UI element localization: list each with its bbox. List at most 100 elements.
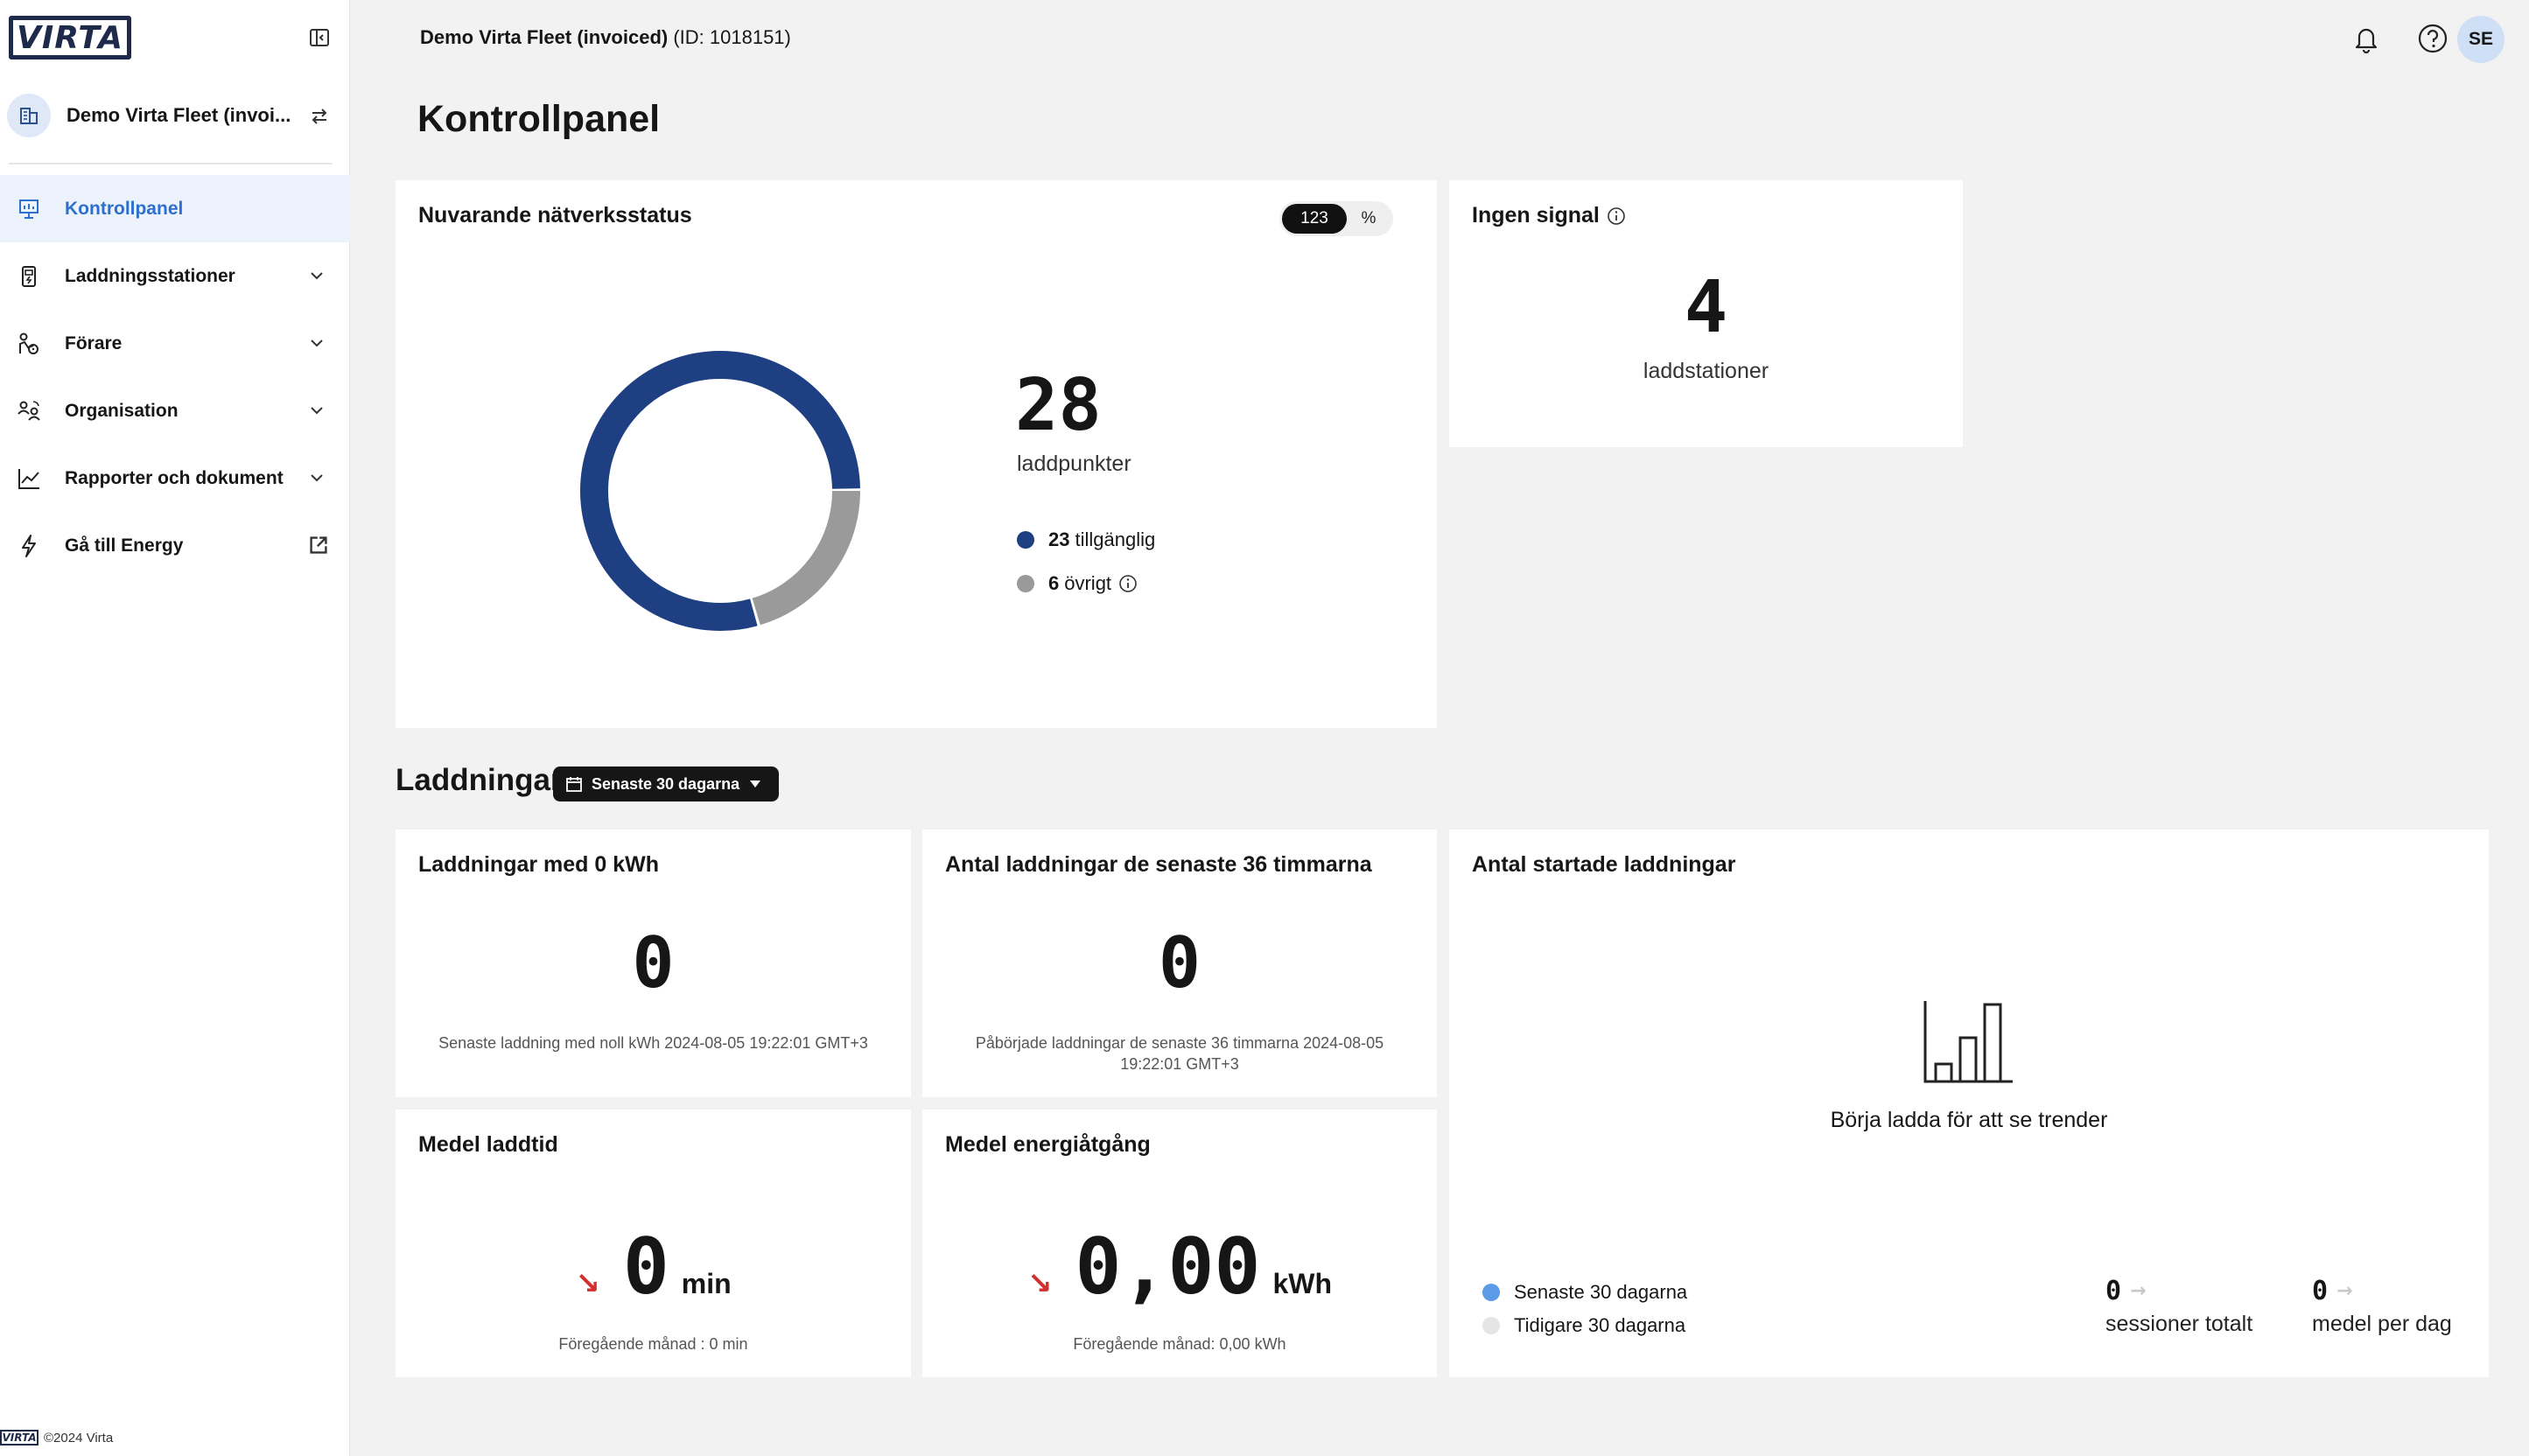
avg-time-note: Föregående månad : 0 min	[558, 1335, 748, 1353]
card-title: Antal startade laddningar	[1472, 852, 1736, 877]
period-selector-label: Senaste 30 dagarna	[592, 774, 740, 793]
sidebar-item-laddningsstationer[interactable]: Laddningsstationer	[0, 242, 350, 310]
help-icon[interactable]	[2415, 21, 2450, 56]
available-dot	[1017, 531, 1034, 549]
sessions-total-stat: 0 → sessioner totalt	[2105, 1276, 2252, 1337]
last-36h-note: Påbörjade laddningar de senaste 36 timma…	[975, 1034, 1384, 1073]
calendar-icon	[566, 777, 582, 792]
organization-switcher[interactable]: Demo Virta Fleet (invoi...	[7, 91, 341, 140]
other-label: övrigt	[1064, 572, 1112, 594]
legend-other: 6 övrigt	[1017, 572, 1138, 595]
count-percent-toggle[interactable]: 123 %	[1279, 201, 1393, 236]
avg-energy-row: ↘ 0,00 kWh	[922, 1222, 1437, 1312]
per-day-value: 0	[2312, 1276, 2329, 1306]
zero-kwh-card: Laddningar med 0 kWh 0 Senaste laddning …	[396, 830, 911, 1097]
sidebar-item-label: Förare	[65, 332, 123, 354]
sidebar-footer: VIRTA ©2024 Virta	[0, 1428, 113, 1447]
virta-logo[interactable]: VIRTA	[9, 16, 131, 60]
switch-arrows-icon[interactable]	[308, 105, 331, 128]
per-day-row: 0 →	[2312, 1276, 2452, 1306]
chevron-down-icon	[311, 474, 323, 482]
legend-previous-label: Tidigare 30 dagarna	[1514, 1314, 1686, 1336]
caret-down-icon	[750, 780, 761, 788]
charging-section-title: Laddningar	[396, 763, 563, 797]
user-avatar[interactable]: SE	[2457, 16, 2504, 63]
arrow-right-icon: →	[2336, 1280, 2353, 1302]
organisation-icon	[18, 400, 40, 421]
avg-time-unit: min	[681, 1268, 732, 1299]
chevron-down-icon	[311, 407, 323, 415]
legend-available: 23 tillgänglig	[1017, 528, 1155, 551]
fleet-name: Demo Virta Fleet (invoiced)	[420, 26, 669, 48]
lightning-icon	[22, 534, 36, 557]
sidebar-item-label: Laddningsstationer	[65, 265, 235, 286]
card-title: Medel laddtid	[418, 1132, 558, 1157]
network-donut-chart	[580, 351, 860, 631]
sidebar-item-ga-till-energy[interactable]: Gå till Energy	[0, 512, 350, 579]
available-value: 23	[1048, 528, 1070, 550]
no-signal-title: Ingen signal	[1472, 203, 1600, 228]
avg-energy-card: Medel energiåtgång ↘ 0,00 kWh Föregående…	[922, 1110, 1437, 1377]
virta-mini-logo: VIRTA	[0, 1430, 39, 1446]
zero-kwh-value: 0	[632, 922, 675, 1004]
other-value: 6	[1048, 572, 1060, 594]
fleet-title: Demo Virta Fleet (invoiced) (ID: 1018151…	[420, 26, 791, 49]
card-title: Medel energiåtgång	[945, 1132, 1151, 1157]
legend-previous-period: Tidigare 30 dagarna	[1482, 1314, 1685, 1337]
card-title: Ingen signal	[1472, 203, 1626, 228]
card-title: Laddningar med 0 kWh	[418, 852, 660, 877]
other-dot	[1017, 575, 1034, 592]
sidebar-item-label: Organisation	[65, 400, 179, 421]
trend-down-arrow-icon: ↘	[1027, 1267, 1053, 1300]
zero-kwh-note: Senaste laddning med noll kWh 2024-08-05…	[438, 1034, 868, 1052]
sidebar-item-kontrollpanel[interactable]: Kontrollpanel	[0, 175, 350, 242]
charger-icon	[22, 265, 36, 287]
info-icon[interactable]	[1607, 206, 1626, 226]
copyright-text: ©2024 Virta	[44, 1430, 114, 1446]
report-chart-icon	[18, 468, 39, 489]
avg-energy-value: 0,00	[1075, 1222, 1261, 1312]
building-icon	[7, 94, 51, 137]
no-signal-card: Ingen signal 4 laddstationer	[1449, 180, 1963, 447]
sessions-total-label: sessioner totalt	[2105, 1312, 2253, 1336]
dashboard-icon	[19, 199, 39, 219]
sidebar-item-label: Gå till Energy	[65, 535, 184, 556]
empty-trend-text: Börja ladda för att se trender	[1830, 1108, 2108, 1132]
legend-current-label: Senaste 30 dagarna	[1514, 1281, 1688, 1303]
avg-time-row: ↘ 0 min	[396, 1222, 911, 1312]
bar-chart-empty-icon	[1923, 1001, 2013, 1083]
sidebar-item-forare[interactable]: Förare	[0, 310, 350, 377]
per-day-stat: 0 → medel per dag	[2312, 1276, 2452, 1337]
total-chargepoints-value: 28	[1015, 364, 1102, 447]
toggle-count-option[interactable]: 123	[1282, 204, 1347, 234]
period-selector[interactable]: Senaste 30 dagarna	[553, 766, 779, 802]
card-title: Antal laddningar de senaste 36 timmarna	[945, 852, 1372, 877]
chevron-down-icon	[311, 272, 323, 280]
total-chargepoints-label: laddpunkter	[1017, 452, 1131, 476]
sidebar-item-label: Kontrollpanel	[65, 198, 184, 219]
sidebar-item-organisation[interactable]: Organisation	[0, 377, 350, 444]
available-label: tillgänglig	[1075, 528, 1156, 550]
collapse-sidebar-icon[interactable]	[308, 26, 331, 49]
toggle-percent-option[interactable]: %	[1347, 204, 1391, 234]
previous-period-dot	[1482, 1317, 1500, 1334]
no-signal-value: 4	[1684, 266, 1728, 349]
info-icon[interactable]	[1118, 574, 1138, 593]
external-link-icon	[310, 536, 327, 554]
sidebar-item-rapporter[interactable]: Rapporter och dokument	[0, 444, 350, 512]
per-day-label: medel per dag	[2312, 1312, 2452, 1336]
organization-name: Demo Virta Fleet (invoi...	[67, 104, 291, 126]
top-bar: Demo Virta Fleet (invoiced) (ID: 1018151…	[350, 0, 2529, 77]
avg-time-value: 0	[622, 1222, 669, 1312]
sidebar: VIRTA Demo Virta Fleet (invoi... Kontrol…	[0, 0, 350, 1456]
chevron-down-icon	[311, 340, 323, 347]
sessions-total-row: 0 →	[2105, 1276, 2252, 1306]
bell-icon[interactable]	[2349, 21, 2384, 56]
driver-icon	[19, 332, 39, 354]
started-charges-card: Antal startade laddningar Börja ladda fö…	[1449, 830, 2489, 1377]
avg-energy-note: Föregående månad: 0,00 kWh	[1073, 1335, 1286, 1353]
last-36h-value: 0	[1158, 922, 1201, 1004]
last-36h-card: Antal laddningar de senaste 36 timmarna …	[922, 830, 1437, 1097]
sessions-total-value: 0	[2105, 1276, 2122, 1306]
fleet-id: (ID: 1018151)	[673, 26, 791, 48]
